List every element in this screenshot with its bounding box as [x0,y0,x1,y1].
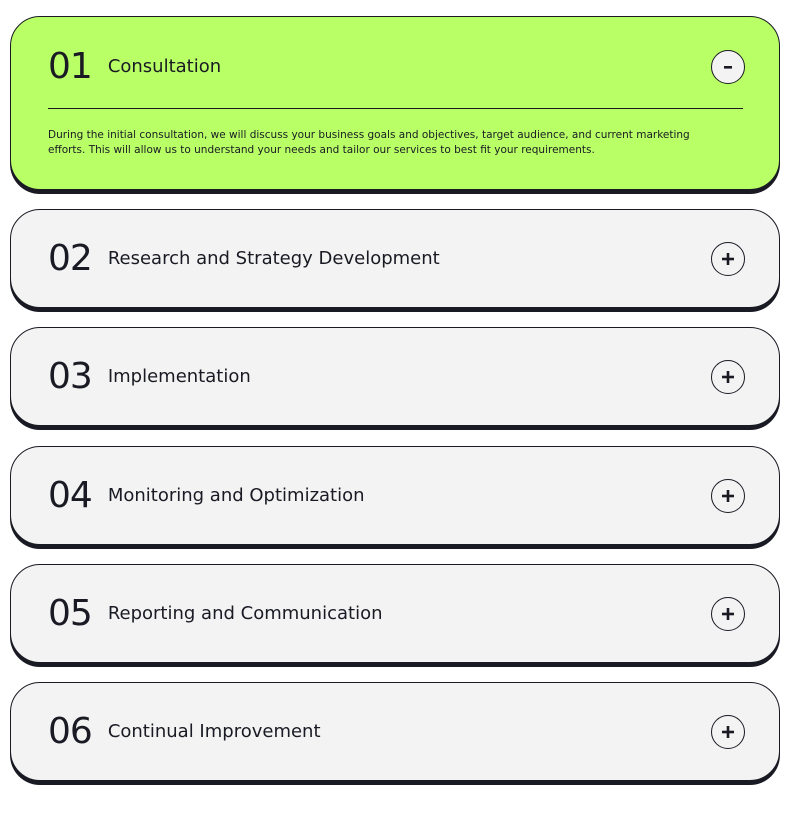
step-description: During the initial consultation, we will… [48,129,690,156]
accordion-header[interactable]: 02 Research and Strategy Development [48,210,745,307]
plus-icon [722,725,734,738]
expand-button[interactable] [711,596,745,631]
plus-icon [722,489,734,502]
expand-button[interactable] [711,714,745,749]
step-title: Reporting and Communication [107,602,383,624]
plus-icon [722,252,734,265]
accordion-item-reporting: 05 Reporting and Communication [10,564,780,663]
accordion-header[interactable]: 05 Reporting and Communication [48,565,745,662]
expand-button[interactable] [711,359,745,394]
step-number: 03 [48,355,93,397]
accordion-item-consultation: 01 Consultation During the initial consu… [10,16,780,190]
step-number: 05 [48,592,93,634]
accordion-item-continual-improvement: 06 Continual Improvement [10,682,780,781]
minus-icon [724,66,732,69]
step-title: Implementation [107,365,251,387]
collapse-button[interactable] [711,50,745,84]
process-accordion: 01 Consultation During the initial consu… [0,0,797,820]
step-title: Monitoring and Optimization [107,484,365,506]
step-number: 02 [48,237,93,279]
expand-button[interactable] [711,478,745,513]
accordion-item-research: 02 Research and Strategy Development [10,209,780,308]
accordion-header[interactable]: 04 Monitoring and Optimization [48,447,745,544]
accordion-header[interactable]: 03 Implementation [48,328,745,425]
step-title: Consultation [107,56,222,77]
accordion-item-implementation: 03 Implementation [10,327,780,426]
step-number: 01 [48,46,93,87]
step-title: Continual Improvement [107,720,321,742]
plus-icon [722,370,734,383]
accordion-header[interactable]: 06 Continual Improvement [48,683,745,780]
step-title: Research and Strategy Development [107,247,440,269]
expand-button[interactable] [711,241,745,276]
accordion-header[interactable]: 01 Consultation [48,17,745,117]
accordion-item-monitoring: 04 Monitoring and Optimization [10,446,780,545]
step-number: 06 [48,710,93,752]
divider [48,108,743,109]
step-number: 04 [48,474,93,516]
plus-icon [722,607,734,620]
